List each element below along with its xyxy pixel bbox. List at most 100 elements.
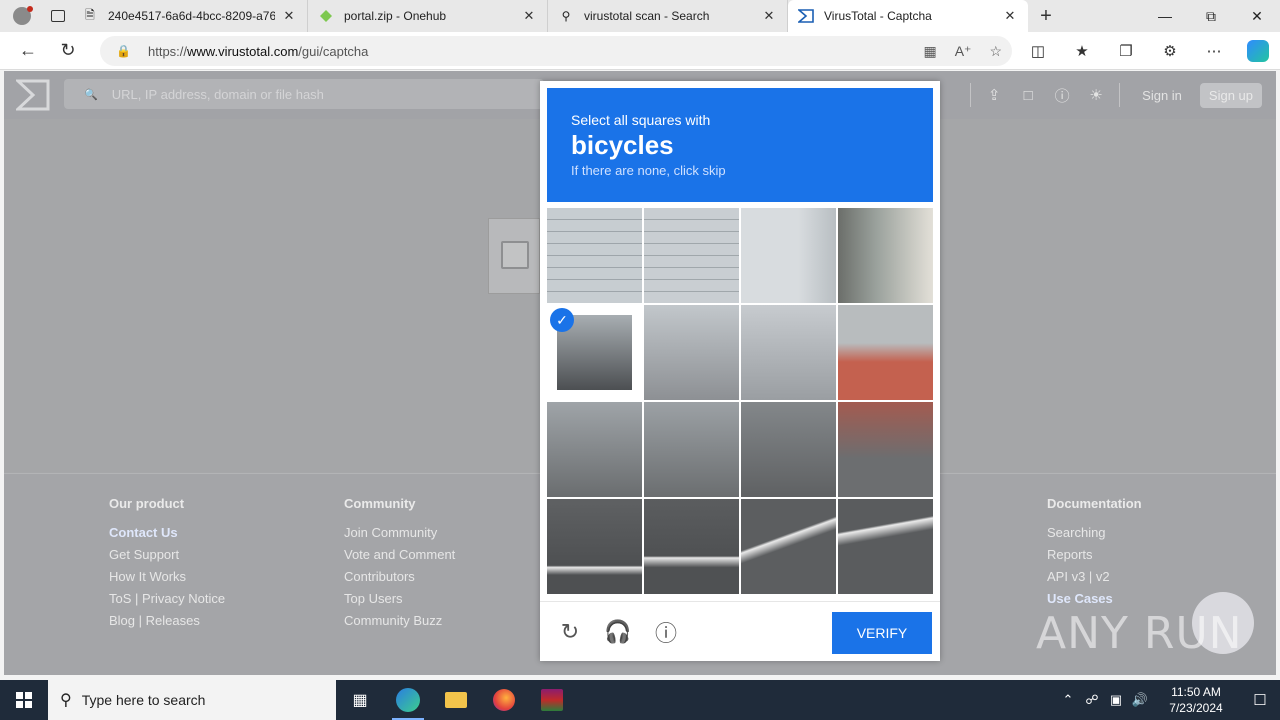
- search-icon: 🔍: [84, 88, 98, 101]
- captcha-grid-cell[interactable]: [644, 305, 739, 400]
- new-tab-button[interactable]: +: [1028, 5, 1064, 28]
- virustotal-logo[interactable]: [14, 79, 50, 111]
- captcha-grid-cell[interactable]: [644, 499, 739, 594]
- favorite-star-icon[interactable]: ☆: [989, 43, 1002, 60]
- captcha-grid-cell[interactable]: [741, 208, 836, 303]
- help-icon[interactable]: ⓘ: [1051, 85, 1073, 106]
- security-icon[interactable]: ☍: [1080, 692, 1104, 708]
- browser-tab-4[interactable]: VirusTotal - Captcha ✕: [788, 0, 1028, 32]
- footer-link[interactable]: Searching: [1047, 525, 1142, 540]
- footer-heading: Community: [344, 496, 416, 511]
- captcha-checkbox[interactable]: [501, 241, 529, 269]
- search-icon: ⚲: [60, 692, 72, 709]
- captcha-grid-cell[interactable]: [838, 499, 933, 594]
- lock-icon[interactable]: 🔒: [116, 44, 138, 58]
- start-button[interactable]: [0, 680, 48, 720]
- notifications-icon[interactable]: □: [1017, 87, 1039, 104]
- taskbar-clock[interactable]: 11:50 AM 7/23/2024: [1158, 684, 1234, 716]
- vt-search-input[interactable]: 🔍 URL, IP address, domain or file hash: [64, 79, 544, 109]
- captcha-cell-image: [838, 208, 933, 303]
- sign-up-button[interactable]: Sign up: [1199, 82, 1262, 108]
- upload-icon[interactable]: ⇪: [983, 86, 1005, 104]
- favorites-icon[interactable]: ★: [1060, 42, 1104, 60]
- captcha-grid-cell[interactable]: ✓: [547, 305, 642, 400]
- captcha-grid-cell[interactable]: [547, 499, 642, 594]
- captcha-prompt-header: Select all squares with bicycles If ther…: [547, 88, 933, 202]
- browser-tab-2[interactable]: portal.zip - Onehub ✕: [308, 0, 548, 32]
- firefox-icon[interactable]: [480, 680, 528, 720]
- notification-center-icon[interactable]: ☐: [1240, 691, 1280, 709]
- captcha-grid-cell[interactable]: [838, 402, 933, 497]
- captcha-grid-cell[interactable]: [838, 305, 933, 400]
- captcha-grid-cell[interactable]: [547, 208, 642, 303]
- footer-link[interactable]: Blog | Releases: [109, 613, 225, 628]
- close-window-button[interactable]: ✕: [1234, 0, 1280, 32]
- verify-button[interactable]: VERIFY: [832, 612, 932, 654]
- captcha-grid-cell[interactable]: [644, 208, 739, 303]
- profile-avatar[interactable]: [0, 0, 44, 32]
- tab-actions-button[interactable]: [44, 0, 72, 32]
- close-tab-icon[interactable]: ✕: [1002, 8, 1018, 24]
- close-tab-icon[interactable]: ✕: [761, 8, 777, 24]
- captcha-cell-image: [838, 402, 933, 497]
- footer-link[interactable]: API v3 | v2: [1047, 569, 1142, 584]
- taskbar-search[interactable]: ⚲ Type here to search: [48, 680, 336, 720]
- captcha-footer: ↻ 🎧 ⓘ VERIFY: [540, 601, 940, 661]
- captcha-grid-cell[interactable]: [644, 402, 739, 497]
- read-aloud-icon[interactable]: A⁺: [955, 43, 972, 60]
- network-icon[interactable]: ▣: [1104, 692, 1128, 708]
- footer-link[interactable]: Use Cases: [1047, 591, 1142, 606]
- captcha-cell-image: [547, 208, 642, 303]
- footer-link[interactable]: Get Support: [109, 547, 225, 562]
- footer-link[interactable]: Contributors: [344, 569, 455, 584]
- footer-link[interactable]: Reports: [1047, 547, 1142, 562]
- theme-toggle-icon[interactable]: ☀: [1085, 86, 1107, 104]
- restore-button[interactable]: ⧉: [1188, 0, 1234, 32]
- info-icon[interactable]: ⓘ: [652, 618, 680, 646]
- winrar-icon[interactable]: [528, 680, 576, 720]
- captcha-cell-image: [838, 499, 933, 594]
- file-explorer-icon[interactable]: [432, 680, 480, 720]
- refresh-button[interactable]: ↻: [48, 32, 88, 70]
- captcha-prompt: Select all squares with: [571, 112, 711, 128]
- captcha-cell-image: [547, 499, 642, 594]
- divider: [970, 83, 972, 107]
- footer-link[interactable]: ToS | Privacy Notice: [109, 591, 225, 606]
- close-tab-icon[interactable]: ✕: [281, 8, 297, 24]
- address-bar[interactable]: 🔒 https://www.virustotal.com/gui/captcha…: [100, 36, 1012, 66]
- footer-link[interactable]: Contact Us: [109, 525, 225, 540]
- captcha-grid-cell[interactable]: [741, 499, 836, 594]
- system-tray: ⌃ ☍ ▣ 🔊 11:50 AM 7/23/2024 ☐: [1056, 680, 1280, 720]
- captcha-grid-cell[interactable]: [741, 305, 836, 400]
- apps-icon[interactable]: ▦: [923, 43, 936, 60]
- minimize-button[interactable]: —: [1142, 0, 1188, 32]
- tab-actions-icon: [51, 10, 65, 22]
- back-button[interactable]: ←: [8, 32, 48, 70]
- browser-tab-1[interactable]: 🗎 240e4517-6a6d-4bcc-8209-a76bb ✕: [72, 0, 308, 32]
- browser-toolbar: ◫ ★ ❐ ⚙ ⋯: [1016, 32, 1280, 70]
- captcha-grid-cell[interactable]: [547, 402, 642, 497]
- refresh-icon[interactable]: ↻: [556, 618, 584, 646]
- collections-icon[interactable]: ❐: [1104, 42, 1148, 60]
- split-screen-icon[interactable]: ◫: [1016, 42, 1060, 60]
- volume-icon[interactable]: 🔊: [1128, 692, 1152, 708]
- footer-link[interactable]: Vote and Comment: [344, 547, 455, 562]
- chevron-up-icon[interactable]: ⌃: [1056, 692, 1080, 708]
- captcha-grid-cell[interactable]: [838, 208, 933, 303]
- extensions-icon[interactable]: ⚙: [1148, 42, 1192, 60]
- audio-challenge-icon[interactable]: 🎧: [604, 618, 632, 646]
- footer-link[interactable]: Top Users: [344, 591, 455, 606]
- footer-col-community: Community Join Community Vote and Commen…: [344, 496, 455, 635]
- task-view-icon[interactable]: ▦: [336, 680, 384, 720]
- footer-link[interactable]: Join Community: [344, 525, 455, 540]
- copilot-icon[interactable]: [1247, 40, 1269, 62]
- more-menu-icon[interactable]: ⋯: [1192, 42, 1236, 60]
- browser-tab-3[interactable]: ⚲ virustotal scan - Search ✕: [548, 0, 788, 32]
- close-tab-icon[interactable]: ✕: [521, 8, 537, 24]
- footer-link[interactable]: How It Works: [109, 569, 225, 584]
- sign-in-link[interactable]: Sign in: [1142, 88, 1182, 103]
- edge-taskbar-icon[interactable]: [384, 680, 432, 720]
- footer-link[interactable]: Community Buzz: [344, 613, 455, 628]
- address-bar-row: ← ↻ 🔒 https://www.virustotal.com/gui/cap…: [0, 32, 1280, 70]
- captcha-grid-cell[interactable]: [741, 402, 836, 497]
